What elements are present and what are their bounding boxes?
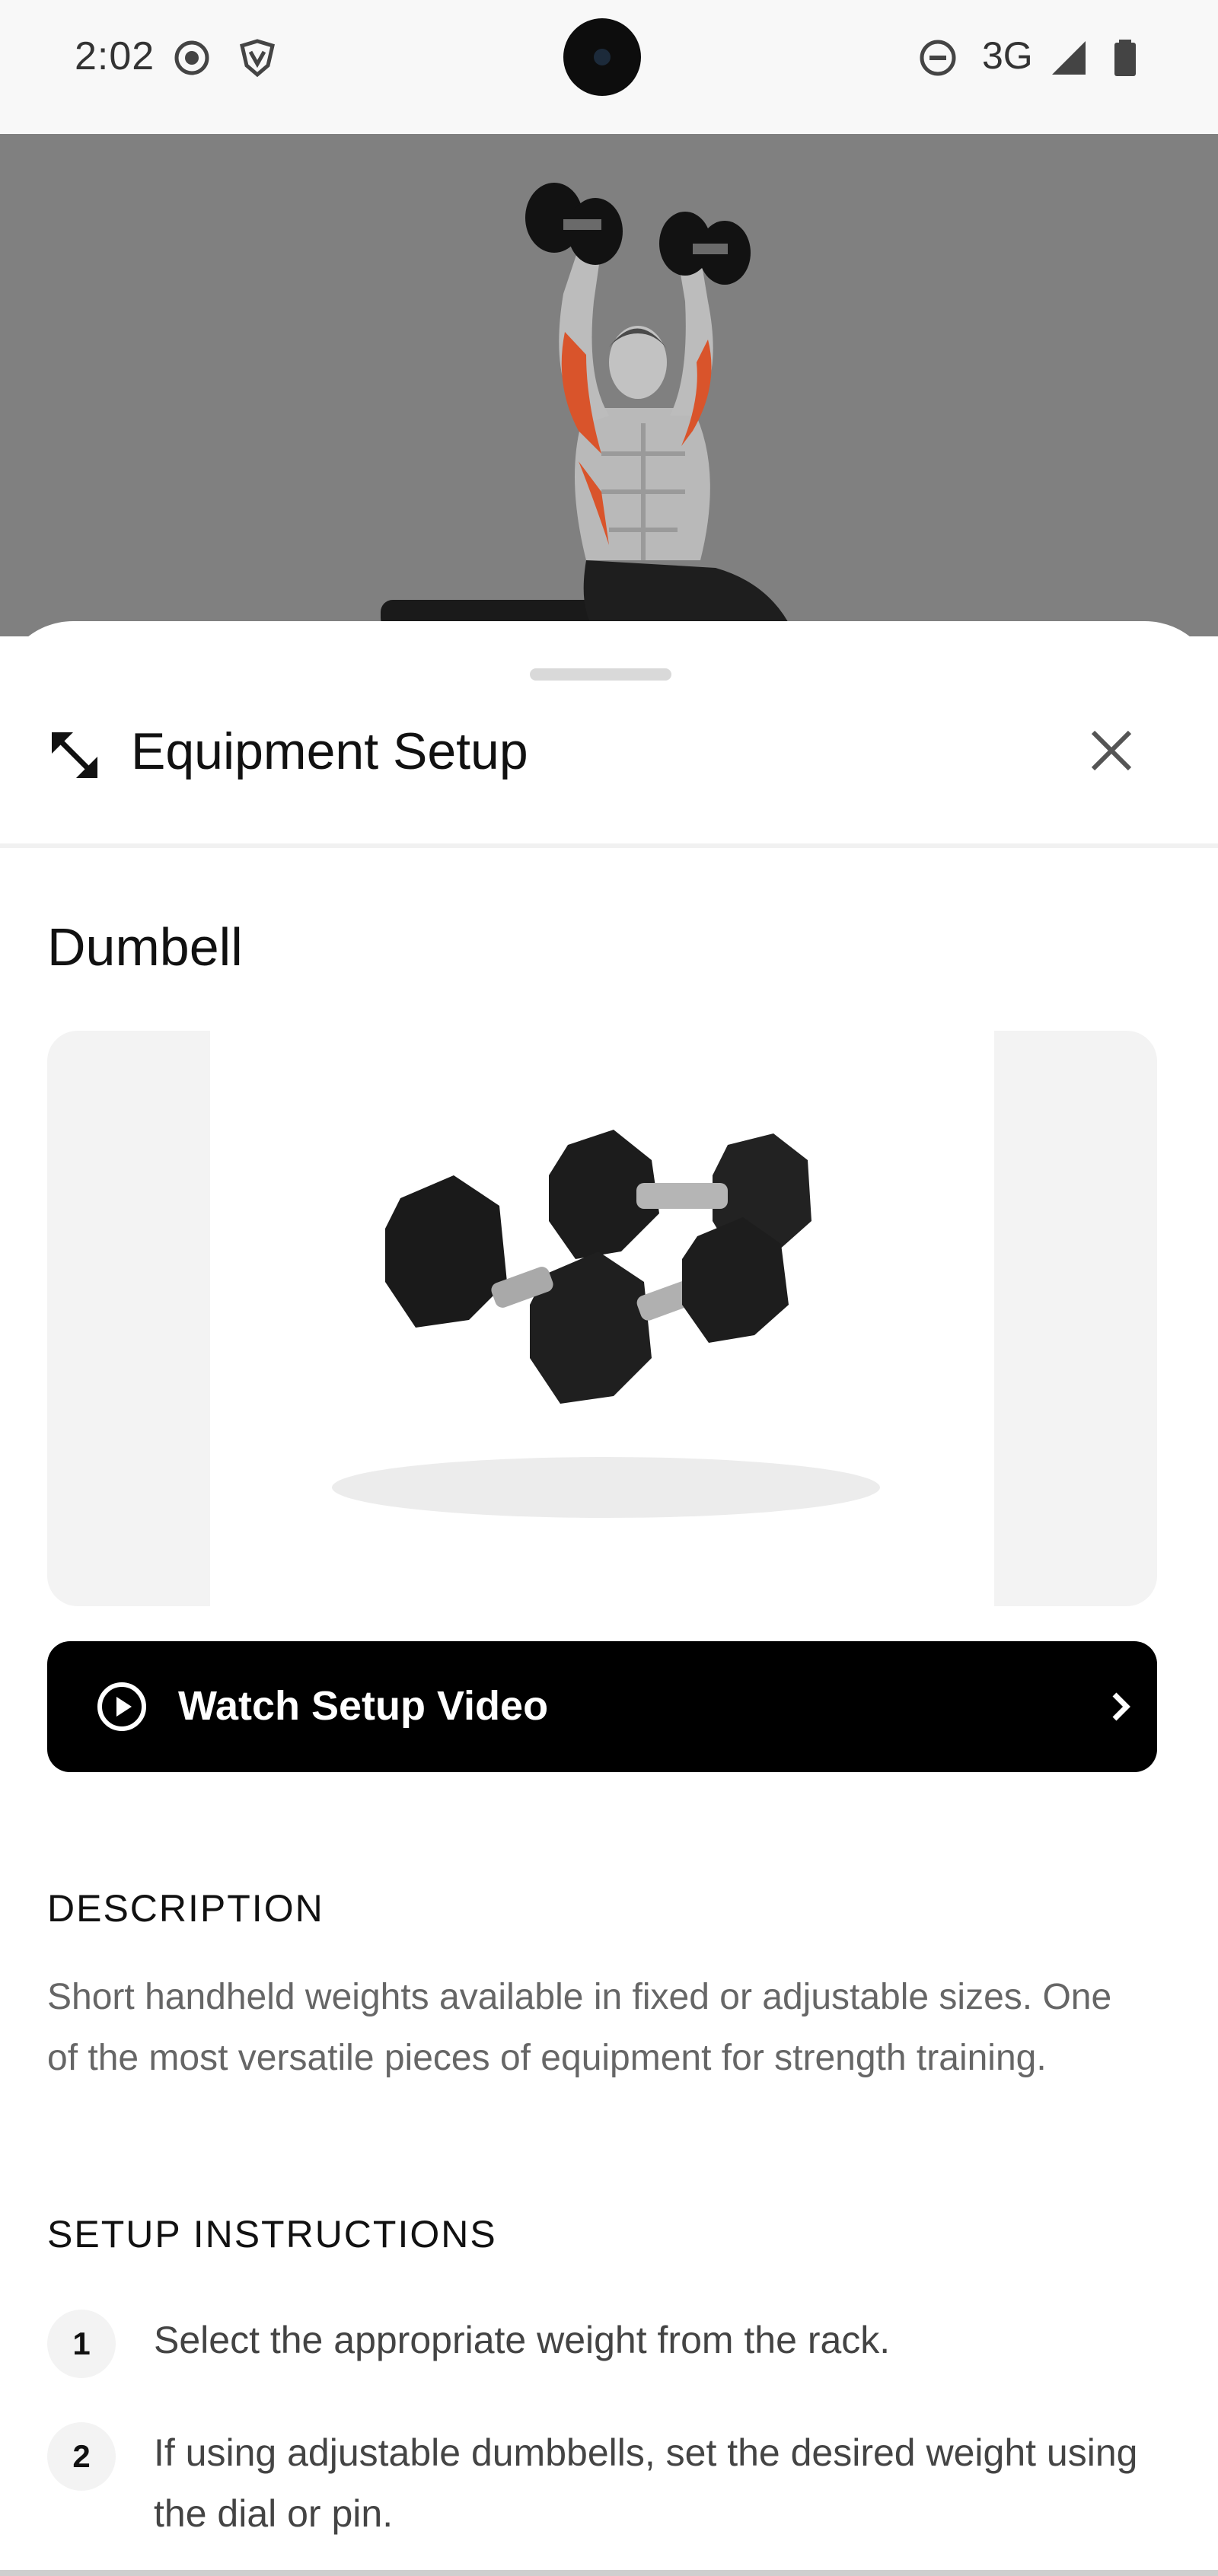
signal-icon (1052, 41, 1086, 75)
equipment-image (210, 1031, 994, 1606)
status-time: 2:02 (75, 34, 155, 78)
resize-arrows-icon (52, 732, 97, 778)
step-text: Select the appropriate weight from the r… (154, 2319, 891, 2361)
battery-icon (1114, 40, 1136, 76)
equipment-setup-sheet: Equipment Setup Dumbell Watch Setup Vide… (0, 621, 1218, 2576)
screen-record-icon (174, 40, 209, 75)
do-not-disturb-icon (920, 40, 956, 76)
close-button[interactable] (1084, 723, 1139, 778)
front-camera (563, 18, 641, 96)
watch-setup-video-label: Watch Setup Video (178, 1683, 549, 1729)
step-number-badge: 1 (47, 2310, 116, 2378)
play-circle-icon (97, 1682, 146, 1731)
dumbbells-illustration (332, 1130, 880, 1518)
status-bar: 2:02 3G (0, 0, 1218, 134)
equipment-name: Dumbell (47, 917, 243, 977)
description-heading: DESCRIPTION (47, 1887, 324, 1930)
vpn-shield-icon (240, 39, 275, 78)
step-text: If using adjustable dumbbells, set the d… (154, 2431, 1138, 2535)
sheet-drag-handle[interactable] (530, 668, 671, 681)
setup-instructions-heading: SETUP INSTRUCTIONS (47, 2213, 497, 2256)
step-number-badge: 2 (47, 2422, 116, 2491)
description-text: Short handheld weights available in fixe… (47, 1977, 1112, 2078)
watch-setup-video-button[interactable]: Watch Setup Video (47, 1641, 1157, 1772)
bottom-edge (0, 2570, 1218, 2576)
exercise-illustration (381, 183, 792, 630)
equipment-image-carousel[interactable] (47, 1031, 1157, 1606)
exercise-hero-image (0, 134, 1218, 636)
sheet-title: Equipment Setup (131, 722, 528, 780)
header-divider (0, 843, 1218, 848)
network-type: 3G (982, 34, 1033, 77)
chevron-right-icon (1112, 1692, 1130, 1721)
